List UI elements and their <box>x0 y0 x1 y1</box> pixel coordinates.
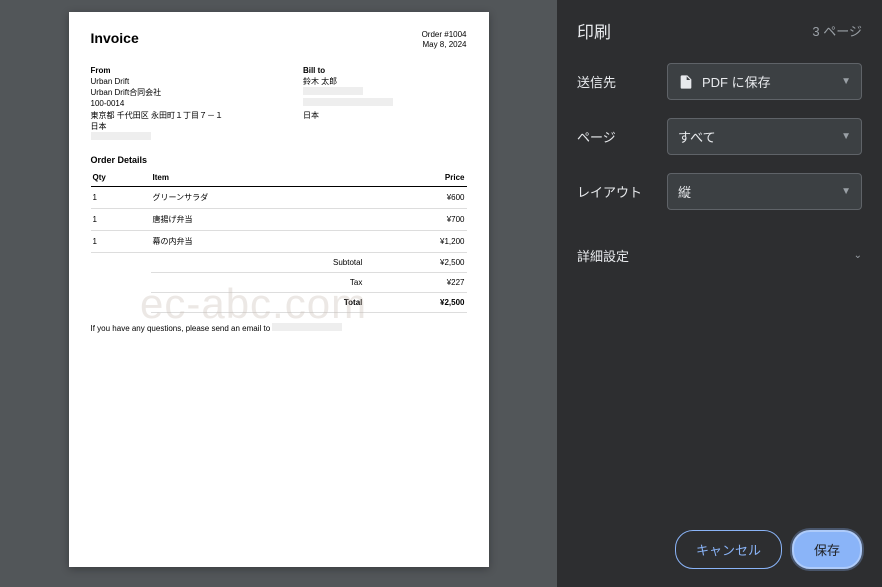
chevron-down-icon: ▼ <box>841 131 851 142</box>
page-count: 3 ページ <box>812 21 862 40</box>
order-number: Order #1004 <box>422 30 467 40</box>
pdf-icon <box>678 73 694 90</box>
pages-value: すべて <box>678 127 716 146</box>
col-item: Item <box>151 169 365 187</box>
from-label: From <box>91 66 111 75</box>
invoice-page: Invoice Order #1004 May 8, 2024 From Urb… <box>69 12 489 567</box>
destination-value: PDF に保存 <box>702 72 771 91</box>
table-row: 1幕の内弁当¥1,200 <box>91 231 467 253</box>
chevron-down-icon: ⌄ <box>854 250 862 261</box>
bill-label: Bill to <box>303 66 325 75</box>
invoice-title: Invoice <box>91 30 139 51</box>
from-addr: 東京都 千代田区 永田町１丁目７－１ <box>91 111 223 120</box>
bill-country: 日本 <box>303 111 319 120</box>
order-table: Qty Item Price 1グリーンサラダ¥600 1唐揚げ弁当¥700 1… <box>91 169 467 313</box>
destination-label: 送信先 <box>577 72 667 91</box>
from-country: 日本 <box>91 122 107 131</box>
footer-text: If you have any questions, please send a… <box>91 323 467 333</box>
total-row: Total¥2,500 <box>91 293 467 313</box>
subtotal-row: Subtotal¥2,500 <box>91 253 467 273</box>
tax-row: Tax¥227 <box>91 273 467 293</box>
chevron-down-icon: ▼ <box>841 76 851 87</box>
advanced-label: 詳細設定 <box>577 246 629 265</box>
save-button[interactable]: 保存 <box>792 530 862 569</box>
order-details-label: Order Details <box>91 155 467 165</box>
advanced-settings-toggle[interactable]: 詳細設定 ⌄ <box>577 238 862 273</box>
redacted-text <box>303 98 393 106</box>
print-title: 印刷 <box>577 18 611 43</box>
redacted-text <box>91 132 151 140</box>
invoice-date: May 8, 2024 <box>422 40 467 50</box>
col-price: Price <box>364 169 466 187</box>
layout-select[interactable]: 縦 ▼ <box>667 173 862 210</box>
col-qty: Qty <box>91 169 151 187</box>
pages-select[interactable]: すべて ▼ <box>667 118 862 155</box>
from-name: Urban Drift <box>91 77 130 86</box>
from-company: Urban Drift合同会社 <box>91 88 162 97</box>
bill-name: 鈴木 太郎 <box>303 77 337 86</box>
from-zip: 100-0014 <box>91 99 125 108</box>
print-settings-panel: 印刷 3 ページ 送信先 PDF に保存 ▼ ページ すべて ▼ レイアウト <box>557 0 882 587</box>
table-row: 1唐揚げ弁当¥700 <box>91 209 467 231</box>
layout-label: レイアウト <box>577 182 667 201</box>
chevron-down-icon: ▼ <box>841 186 851 197</box>
cancel-button[interactable]: キャンセル <box>675 530 782 569</box>
redacted-text <box>303 87 363 95</box>
pages-label: ページ <box>577 127 667 146</box>
destination-select[interactable]: PDF に保存 ▼ <box>667 63 862 100</box>
table-row: 1グリーンサラダ¥600 <box>91 187 467 209</box>
print-preview-area: Invoice Order #1004 May 8, 2024 From Urb… <box>0 0 557 587</box>
layout-value: 縦 <box>678 182 691 201</box>
